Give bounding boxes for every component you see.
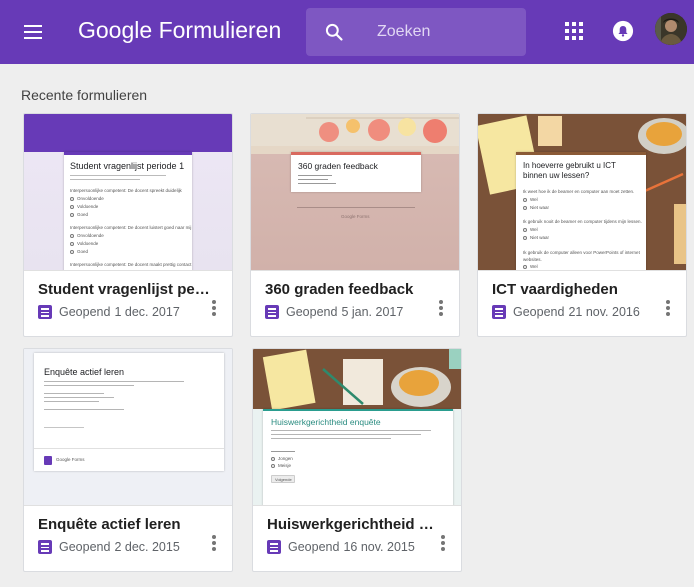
form-date: 2 dec. 2015 [114,540,180,554]
notifications-bell-icon[interactable] [612,20,634,42]
form-meta: Geopend 1 dec. 2017 [38,303,180,321]
desk-illustration [253,349,461,409]
form-title: ICT vaardigheden [492,281,618,298]
form-status: Geopend [288,540,340,554]
preview-option: Goed [77,212,89,217]
form-meta: Geopend 2 dec. 2015 [38,538,180,556]
preview-option: Voldoende [77,241,99,246]
preview-option: Jongen [278,456,293,461]
form-card[interactable]: Student vragenlijst periode 1 Interperso… [23,113,233,337]
preview-question: Interpersoonlijke competent: De docent s… [70,188,182,193]
form-card[interactable]: 360 graden feedback Google Forms 360 gra… [250,113,460,337]
preview-title: Enquête actief leren [44,367,125,377]
app-bar: Google Formulieren Zoeken [0,0,694,64]
apps-grid-icon[interactable] [565,22,585,42]
preview-option: Niet waar [530,205,550,210]
form-card[interactable]: Huiswerkgerichtheid enquête Jongen Meisj… [252,348,462,572]
preview-option: Onvoldoende [77,196,104,201]
preview-title: 360 graden feedback [298,161,378,171]
form-title: Enquête actief leren [38,516,181,533]
form-status: Geopend [513,305,565,319]
form-thumbnail: Enquête actief leren Google Forms [24,349,232,506]
preview-question: Interpersoonlijke competent: De docent l… [70,225,192,230]
lanterns-illustration [251,117,459,154]
form-date: 16 nov. 2015 [343,540,415,554]
more-options-icon[interactable] [662,297,674,319]
form-card[interactable]: Enquête actief leren Google Forms Enquêt… [23,348,233,572]
search-input[interactable]: Zoeken [306,8,526,56]
preview-option: Wel [530,197,538,202]
forms-icon [38,540,52,554]
preview-question: Ik weet hoe ik de beamer en computer aan… [523,189,635,194]
preview-option: Niet waar [530,235,550,240]
app-brand: Google [78,17,153,43]
section-title: Recente formulieren [21,87,148,103]
preview-next-button: Volgende [275,477,292,482]
preview-question: Interpersoonlijke competent: De docent m… [70,262,192,267]
form-date: 5 jan. 2017 [341,305,404,319]
forms-icon [265,305,279,319]
preview-question: Ik gebruik nooit de beamer en computer t… [523,219,642,224]
form-status: Geopend [59,305,111,319]
preview-option: Onvoldoende [77,233,104,238]
form-thumbnail: Student vragenlijst periode 1 Interperso… [24,114,232,271]
form-status: Geopend [59,540,111,554]
search-icon [325,23,343,41]
form-thumbnail: 360 graden feedback Google Forms [251,114,459,271]
form-status: Geopend [286,305,338,319]
preview-option: Voldoende [77,204,99,209]
more-options-icon[interactable] [208,532,220,554]
app-title[interactable]: Google Formulieren [78,17,281,44]
preview-question: Ik gebruik de computer alleen voor Power… [523,250,640,262]
form-meta: Geopend 16 nov. 2015 [267,538,415,556]
form-meta: Geopend 21 nov. 2016 [492,303,640,321]
preview-footer: Google Forms [56,457,85,462]
form-title: Huiswerkgerichtheid enq… [267,516,442,533]
preview-title: In hoeverre gebruikt u ICT binnen uw les… [523,161,616,180]
form-date: 1 dec. 2017 [114,305,180,319]
account-avatar[interactable] [655,13,687,45]
form-thumbnail: Huiswerkgerichtheid enquête Jongen Meisj… [253,349,461,506]
more-options-icon[interactable] [437,532,449,554]
preview-option: Wel [530,264,538,269]
search-placeholder: Zoeken [377,23,431,40]
app-product: Formulieren [158,17,282,43]
preview-option: Goed [77,249,89,254]
form-title: 360 graden feedback [265,281,414,298]
preview-footer: Google Forms [341,214,370,219]
menu-icon[interactable] [20,20,48,44]
form-date: 21 nov. 2016 [568,305,640,319]
forms-icon [38,305,52,319]
preview-option: Meisje [278,463,292,468]
form-thumbnail: In hoeverre gebruikt u ICT binnen uw les… [478,114,686,271]
more-options-icon[interactable] [435,297,447,319]
forms-icon [492,305,506,319]
form-title: Student vragenlijst period… [38,281,213,298]
form-card[interactable]: In hoeverre gebruikt u ICT binnen uw les… [477,113,687,337]
form-meta: Geopend 5 jan. 2017 [265,303,403,321]
preview-title: Huiswerkgerichtheid enquête [271,417,381,427]
more-options-icon[interactable] [208,297,220,319]
preview-option: Wel [530,227,538,232]
preview-title: Student vragenlijst periode 1 [70,161,185,171]
forms-icon [267,540,281,554]
